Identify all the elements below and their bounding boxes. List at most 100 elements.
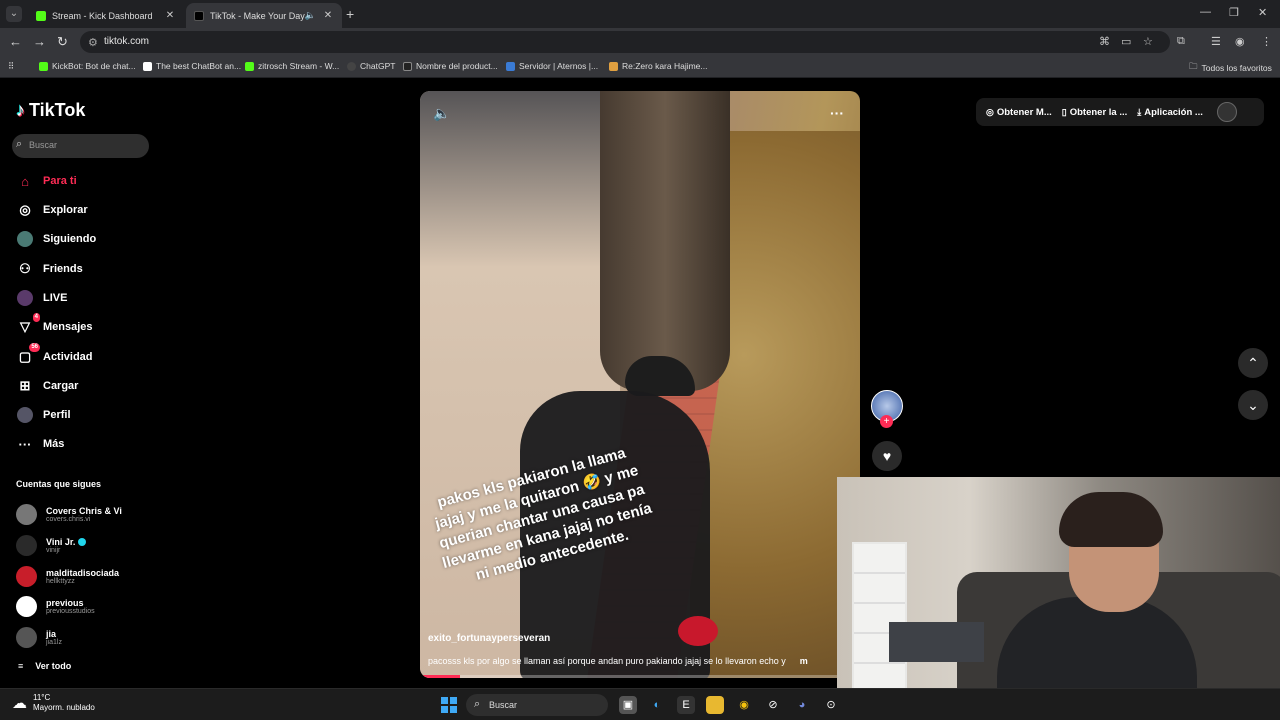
address-bar[interactable]: ⚙ tiktok.com: [80, 31, 1170, 53]
tiktok-logo[interactable]: ♪ TikTok: [16, 100, 85, 121]
discord-icon[interactable]: ◕: [793, 696, 811, 714]
minimize-icon[interactable]: —: [1200, 6, 1211, 18]
account-name: Covers Chris & Vi: [46, 505, 122, 516]
nav-label: LIVE: [43, 292, 68, 304]
see-all-button[interactable]: ≡ Ver todo: [18, 661, 71, 671]
following-account[interactable]: previous previousstudios: [16, 594, 95, 618]
webcam-desk: [889, 622, 984, 662]
nav-para-ti[interactable]: ⌂ Para ti: [16, 170, 77, 192]
close-tab-icon[interactable]: ✕: [164, 10, 176, 21]
browser-tab-bar: ⌄ Stream - Kick Dashboard ✕ TikTok - Mak…: [0, 0, 1280, 28]
nav-mas[interactable]: ··· Más: [16, 433, 65, 455]
site-info-icon[interactable]: ⚙: [88, 36, 98, 49]
upload-icon: ⊞: [19, 378, 31, 393]
profile-avatar[interactable]: [1216, 102, 1237, 122]
video-player[interactable]: 🔈 ··· pakos kls pakiaron la llama jajaj …: [420, 91, 860, 678]
taskbar-search-input[interactable]: ⌕ Buscar: [466, 694, 608, 716]
compass-icon: ◎: [19, 202, 31, 217]
video-username[interactable]: exito_fortunayperseveran: [428, 633, 550, 644]
video-more-icon[interactable]: ···: [830, 105, 844, 121]
bookmark-item[interactable]: zitrosch Stream - W...: [245, 61, 339, 71]
messages-badge: 4: [32, 313, 40, 322]
volume-icon[interactable]: 🔈: [433, 105, 450, 122]
previous-video-chevron-up-icon[interactable]: ⌃: [1238, 348, 1268, 378]
tab-title: Stream - Kick Dashboard: [52, 10, 153, 21]
translate-icon[interactable]: ⌘: [1099, 35, 1110, 48]
nav-live[interactable]: LIVE: [16, 287, 67, 309]
more-link[interactable]: m: [800, 656, 808, 666]
bookmark-item[interactable]: The best ChatBot an...: [143, 61, 241, 71]
bookmark-item[interactable]: ChatGPT: [347, 61, 395, 71]
epic-games-icon[interactable]: E: [677, 696, 695, 714]
extensions-icon[interactable]: ⧉: [1177, 35, 1185, 48]
get-app-button[interactable]: ▯ Obtener la ...: [1062, 107, 1128, 118]
next-video-chevron-down-icon[interactable]: ⌄: [1238, 390, 1268, 420]
nav-cargar[interactable]: ⊞ Cargar: [16, 375, 79, 397]
new-tab-icon[interactable]: +: [346, 6, 354, 22]
tab-tiktok[interactable]: TikTok - Make Your Day 🔈 ✕: [186, 3, 342, 28]
following-account[interactable]: malditadisociada hellkttyzz: [16, 564, 119, 588]
app-icon[interactable]: ⊙: [822, 696, 840, 714]
like-heart-icon[interactable]: ♥: [872, 441, 902, 471]
tab-strip-icon[interactable]: ☰: [1211, 35, 1221, 48]
tab-audio-icon[interactable]: 🔈: [305, 10, 316, 21]
close-window-icon[interactable]: ✕: [1258, 6, 1267, 19]
progress-fill: [420, 675, 460, 678]
cast-icon[interactable]: ▭: [1121, 35, 1131, 48]
chrome-icon[interactable]: ◉: [735, 696, 753, 714]
video-scene: [600, 91, 730, 391]
account-handle: covers.chris.vi: [46, 515, 91, 523]
follow-plus-icon[interactable]: +: [880, 415, 893, 428]
button-label: Obtener la ...: [1069, 106, 1128, 118]
home-icon: ⌂: [21, 173, 29, 189]
following-account[interactable]: Covers Chris & Vi covers.chris.vi: [16, 502, 122, 526]
apps-grid-icon[interactable]: ⠿: [8, 61, 14, 72]
nav-siguiendo[interactable]: Siguiendo: [16, 228, 96, 250]
close-tab-icon[interactable]: ✕: [322, 10, 334, 21]
webcam-person-hair: [1059, 492, 1163, 547]
phone-icon: ▯: [1061, 106, 1067, 117]
video-progress-bar[interactable]: [420, 675, 860, 678]
tab-kick-dashboard[interactable]: Stream - Kick Dashboard ✕: [28, 3, 184, 28]
tab-search-icon[interactable]: ⌄: [6, 6, 22, 22]
bookmark-item[interactable]: Nombre del product...: [403, 61, 498, 71]
windows-start-icon[interactable]: [441, 697, 457, 713]
nav-label: Perfil: [43, 409, 71, 421]
bookmark-item[interactable]: KickBot: Bot de chat...: [39, 61, 136, 71]
search-icon: ⌕: [474, 698, 481, 710]
temperature: 11°C: [33, 693, 51, 702]
bookmark-label: zitrosch Stream - W...: [258, 61, 340, 71]
weather-widget[interactable]: ☁ 11°C Mayorm. nublado: [12, 693, 95, 713]
edge-icon[interactable]: ◐: [648, 696, 666, 714]
kebab-menu-icon[interactable]: ⋮: [1261, 35, 1272, 48]
verified-icon: [78, 538, 87, 547]
restore-icon[interactable]: ❐: [1229, 6, 1239, 19]
file-explorer-icon[interactable]: [706, 696, 724, 714]
search-icon: ⌕: [16, 138, 23, 150]
bookmark-favicon-icon: [39, 61, 48, 71]
avatar: [16, 595, 37, 617]
nav-perfil[interactable]: Perfil: [16, 404, 71, 426]
forward-icon[interactable]: →: [33, 34, 46, 49]
nav-actividad[interactable]: ▢ 56 Actividad: [16, 343, 93, 368]
browser-toolbar: ← → ↻ ⚙ tiktok.com ⌘ ▭ ☆ ⧉ ☰ ◉ ⋮: [0, 28, 1280, 56]
search-input[interactable]: ⌕ Buscar: [12, 134, 149, 158]
search-placeholder: Buscar: [29, 140, 58, 150]
bookmark-item[interactable]: Re:Zero kara Hajime...: [609, 61, 708, 71]
following-account[interactable]: jia jia1lz: [16, 625, 62, 649]
app-icon[interactable]: ⊘: [764, 696, 782, 714]
all-favorites[interactable]: 🗀 Todos los favoritos: [1189, 61, 1272, 75]
bookmark-item[interactable]: Servidor | Aternos |...: [506, 61, 598, 71]
nav-friends[interactable]: ⚇ Friends: [16, 258, 83, 280]
task-view-icon[interactable]: ▣: [619, 696, 637, 714]
back-icon[interactable]: ←: [9, 34, 22, 49]
more-icon: ···: [18, 436, 32, 452]
nav-mensajes[interactable]: ▽ 4 Mensajes: [16, 313, 93, 338]
nav-explorar[interactable]: ◎ Explorar: [16, 199, 87, 221]
profile-avatar-icon[interactable]: ◉: [1235, 35, 1245, 48]
bookmark-star-icon[interactable]: ☆: [1143, 35, 1153, 48]
following-account[interactable]: Vini Jr. vinijr: [16, 533, 87, 557]
reload-icon[interactable]: ↻: [57, 34, 68, 50]
desktop-app-button[interactable]: ⤓ Aplicación ...: [1137, 107, 1203, 118]
get-coins-button[interactable]: ◎ Obtener M...: [986, 107, 1052, 118]
